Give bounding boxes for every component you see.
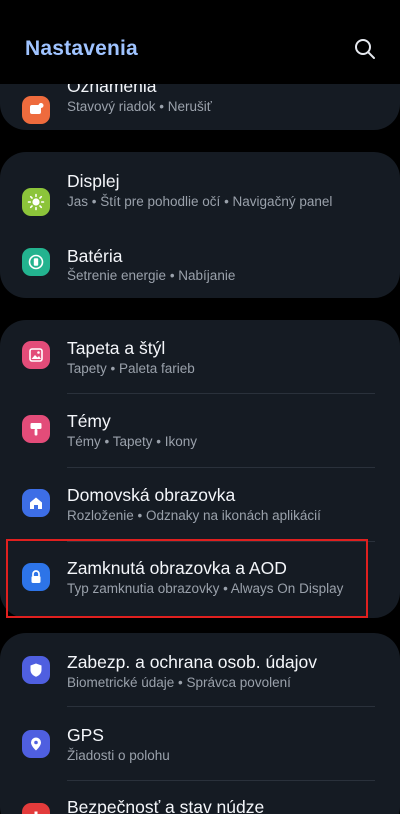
- item-title: GPS: [67, 725, 104, 745]
- card-personalization: Tapeta a štýl Tapety • Paleta farieb Tém…: [0, 320, 400, 618]
- item-subtitle: Jas • Štít pre pohodlie očí • Navigačný …: [67, 194, 333, 209]
- battery-icon: [22, 248, 50, 276]
- settings-item-gps[interactable]: GPS Žiadosti o polohu: [0, 707, 400, 780]
- lock-icon: [22, 563, 50, 591]
- item-title: Domovská obrazovka: [67, 485, 236, 505]
- search-icon[interactable]: [354, 38, 376, 60]
- settings-item-security-privacy[interactable]: Zabezp. a ochrana osob. údajov Biometric…: [0, 633, 400, 706]
- home-icon: [22, 489, 50, 517]
- page-title: Nastavenia: [25, 37, 138, 60]
- item-subtitle: Biometrické údaje • Správca povolení: [67, 675, 291, 690]
- item-subtitle: Žiadosti o polohu: [67, 748, 170, 763]
- theme-brush-icon: [22, 415, 50, 443]
- item-subtitle: Šetrenie energie • Nabíjanie: [67, 268, 236, 283]
- header: Nastavenia: [0, 0, 400, 84]
- settings-item-themes[interactable]: Témy Témy • Tapety • Ikony: [0, 394, 400, 467]
- item-subtitle: Typ zamknutia obrazovky • Always On Disp…: [67, 581, 344, 596]
- settings-item-display[interactable]: Displej Jas • Štít pre pohodlie očí • Na…: [0, 152, 400, 225]
- shield-icon: [22, 656, 50, 684]
- item-title: Batéria: [67, 246, 123, 266]
- card-security: Zabezp. a ochrana osob. údajov Biometric…: [0, 633, 400, 814]
- item-subtitle: Témy • Tapety • Ikony: [67, 434, 198, 449]
- emergency-icon: [22, 803, 50, 814]
- item-title: Témy: [67, 411, 111, 431]
- location-icon: [22, 730, 50, 758]
- settings-item-home-screen[interactable]: Domovská obrazovka Rozloženie • Odznaky …: [0, 468, 400, 541]
- settings-item-lock-screen[interactable]: Zamknutá obrazovka a AOD Typ zamknutia o…: [0, 542, 400, 615]
- settings-item-emergency[interactable]: Bezpečnosť a stav núdze: [0, 781, 400, 814]
- wallpaper-icon: [22, 341, 50, 369]
- notification-icon: [22, 96, 50, 124]
- item-title: Zamknutá obrazovka a AOD: [67, 558, 287, 578]
- brightness-icon: [22, 188, 50, 216]
- item-title: Bezpečnosť a stav núdze: [67, 797, 265, 814]
- settings-item-wallpaper[interactable]: Tapeta a štýl Tapety • Paleta farieb: [0, 320, 400, 393]
- item-subtitle: Rozloženie • Odznaky na ikonách aplikáci…: [67, 508, 321, 523]
- item-subtitle: Tapety • Paleta farieb: [67, 361, 195, 376]
- item-title: Displej: [67, 171, 120, 191]
- card-display-battery: Displej Jas • Štít pre pohodlie očí • Na…: [0, 152, 400, 298]
- item-subtitle: Stavový riadok • Nerušiť: [67, 99, 212, 114]
- item-title: Tapeta a štýl: [67, 338, 166, 358]
- settings-item-battery[interactable]: Batéria Šetrenie energie • Nabíjanie: [0, 225, 400, 298]
- settings-screen: Oznámenia Stavový riadok • Nerušiť Nasta…: [0, 0, 400, 814]
- item-title: Zabezp. a ochrana osob. údajov: [67, 652, 318, 672]
